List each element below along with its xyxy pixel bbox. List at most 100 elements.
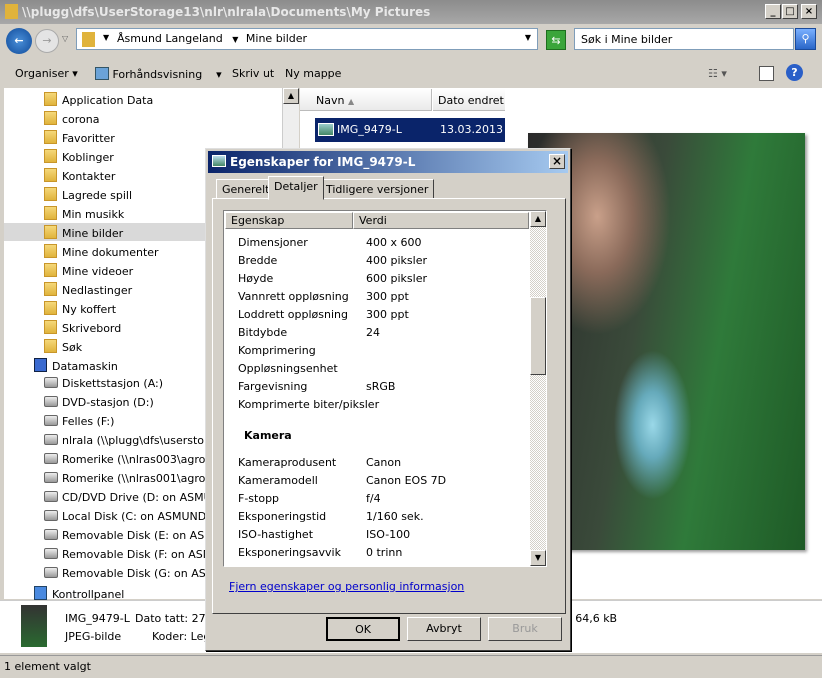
search-icon[interactable]: ⚲ — [795, 28, 816, 50]
address-bar[interactable]: ▼ Åsmund Langeland ▼ Mine bilder ▼ — [76, 28, 538, 50]
maximize-button[interactable]: □ — [782, 4, 798, 19]
column-header-date[interactable]: Dato endret — [433, 89, 505, 111]
breadcrumb-mine-bilder[interactable]: Mine bilder — [246, 32, 307, 45]
organise-menu[interactable]: Organiser ▾ — [15, 67, 78, 80]
recent-pages-dropdown[interactable]: ▽ — [62, 34, 68, 43]
tree-drive[interactable]: Romerike (\\nlras003\agro_lfr — [4, 451, 222, 469]
drive-icon — [44, 434, 58, 445]
property-row[interactable]: Bredde 400 piksler — [238, 254, 427, 272]
property-row[interactable]: Oppløsningsenhet — [238, 362, 338, 380]
properties-list: Egenskap Verdi Dimensjoner 400 x 600 Bredd… — [223, 210, 547, 567]
search-input[interactable]: Søk i Mine bilder — [574, 28, 794, 50]
new-folder-button[interactable]: Ny mappe — [285, 67, 341, 80]
tree-computer[interactable]: Datamaskin — [4, 356, 118, 374]
folder-icon — [44, 111, 57, 125]
folder-icon — [44, 206, 57, 220]
tree-drive[interactable]: CD/DVD Drive (D: on ASMUND — [4, 489, 228, 507]
dialog-title-bar: Egenskaper for IMG_9479-L × — [208, 151, 568, 173]
drive-icon — [44, 529, 58, 540]
address-dropdown[interactable]: ▼ — [525, 33, 531, 42]
cancel-button[interactable]: Avbryt — [407, 617, 481, 641]
column-header-name[interactable]: Navn ▲ — [300, 89, 432, 111]
properties-dialog: Egenskaper for IMG_9479-L × Generelt Det… — [205, 148, 571, 651]
column-egenskap[interactable]: Egenskap — [225, 212, 353, 229]
property-row[interactable]: Kameramodell Canon EOS 7D — [238, 474, 446, 492]
print-button[interactable]: Skriv ut — [232, 67, 274, 80]
property-row[interactable]: Eksponeringstid 1/160 sek. — [238, 510, 424, 528]
property-row[interactable]: ISO-hastighet ISO-100 — [238, 528, 410, 546]
remove-properties-link[interactable]: Fjern egenskaper og personlig informasjo… — [229, 580, 464, 593]
tree-drive[interactable]: Felles (F:) — [4, 413, 114, 431]
property-row[interactable]: Komprimerte biter/piksler — [238, 398, 379, 416]
help-icon[interactable]: ? — [786, 64, 803, 81]
tree-drive[interactable]: Removable Disk (E: on ASMUN — [4, 527, 230, 545]
minimize-button[interactable]: _ — [765, 4, 781, 19]
tree-drive[interactable]: Local Disk (C: on ASMUNDS-P — [4, 508, 224, 526]
folder-icon — [44, 244, 57, 258]
drive-icon — [44, 510, 58, 521]
property-row[interactable]: Kameraprodusent Canon — [238, 456, 401, 474]
properties-scrollbar[interactable]: ▲ ▼ — [530, 211, 546, 566]
drive-icon — [44, 453, 58, 464]
tab-detaljer[interactable]: Detaljer — [268, 176, 324, 200]
tree-drive[interactable]: Diskettstasjon (A:) — [4, 375, 163, 393]
property-row[interactable]: Høyde 600 piksler — [238, 272, 427, 290]
tree-folder[interactable]: Favoritter — [4, 128, 282, 146]
folder-icon — [44, 92, 57, 106]
file-row[interactable]: IMG_9479-L13.03.2013 1 — [315, 118, 505, 142]
ok-button[interactable]: OK — [326, 617, 400, 641]
breadcrumb-user[interactable]: Åsmund Langeland — [117, 32, 223, 45]
folder-icon — [44, 187, 57, 201]
tab-tidligere-versjoner[interactable]: Tidligere versjoner — [320, 179, 435, 199]
property-row[interactable]: Bitdybde 24 — [238, 326, 380, 344]
property-row[interactable]: Eksponeringsavvik 0 trinn — [238, 546, 402, 564]
folder-icon — [44, 301, 57, 315]
tree-drive[interactable]: Romerike (\\nlras001\agro_lfr — [4, 470, 222, 488]
close-button[interactable]: × — [801, 4, 817, 19]
preview-menu[interactable]: Forhåndsvisning ▾ — [95, 67, 222, 81]
drive-icon — [44, 472, 58, 483]
apply-button[interactable]: Bruk — [488, 617, 562, 641]
property-row[interactable]: Vannrett oppløsning 300 ppt — [238, 290, 409, 308]
thumbnail — [21, 605, 47, 647]
section-header-kamera: Kamera — [244, 429, 292, 442]
preview-pane-icon[interactable] — [759, 66, 774, 81]
column-verdi[interactable]: Verdi — [353, 212, 529, 229]
window-title-bar: \\plugg\dfs\UserStorage13\nlr\nlrala\Doc… — [0, 0, 822, 24]
forward-button[interactable]: → — [35, 29, 59, 53]
drive-icon — [44, 415, 58, 426]
preview-icon — [95, 67, 109, 80]
tree-drive[interactable]: Removable Disk (G: on ASMUN — [4, 565, 232, 583]
tree-drive[interactable]: nlrala (\\plugg\dfs\userstorag — [4, 432, 222, 450]
property-row[interactable]: Dimensjoner 400 x 600 — [238, 236, 422, 254]
tree-drive[interactable]: Removable Disk (F: on ASMUN — [4, 546, 228, 564]
scroll-thumb[interactable] — [530, 297, 546, 375]
dialog-close-button[interactable]: × — [549, 154, 565, 169]
refresh-icon[interactable]: ⇆ — [546, 30, 566, 50]
folder-icon — [44, 339, 57, 353]
folder-icon — [44, 282, 57, 296]
folder-icon — [44, 320, 57, 334]
drive-icon — [44, 548, 58, 559]
folder-icon — [5, 4, 18, 19]
folder-icon — [44, 225, 57, 239]
folder-icon — [44, 149, 57, 163]
property-row[interactable]: Komprimering — [238, 344, 316, 362]
drive-icon — [44, 396, 58, 407]
tree-drive[interactable]: DVD-stasjon (D:) — [4, 394, 154, 412]
tree-folder[interactable]: Application Data — [4, 90, 282, 108]
tab-generelt[interactable]: Generelt — [216, 179, 276, 199]
drive-icon — [44, 377, 58, 388]
folder-icon — [44, 168, 57, 182]
drive-icon — [44, 567, 58, 578]
property-row[interactable]: Loddrett oppløsning 300 ppt — [238, 308, 409, 326]
back-button[interactable]: ← — [6, 28, 32, 54]
folder-icon — [82, 32, 95, 47]
computer-icon — [34, 358, 47, 372]
control-panel-icon — [34, 586, 47, 600]
views-icon[interactable]: ☷ ▾ — [708, 67, 727, 80]
drive-icon — [44, 491, 58, 502]
property-row[interactable]: Fargevisning sRGB — [238, 380, 395, 398]
tree-folder[interactable]: corona — [4, 109, 282, 127]
property-row[interactable]: F-stopp f/4 — [238, 492, 381, 510]
